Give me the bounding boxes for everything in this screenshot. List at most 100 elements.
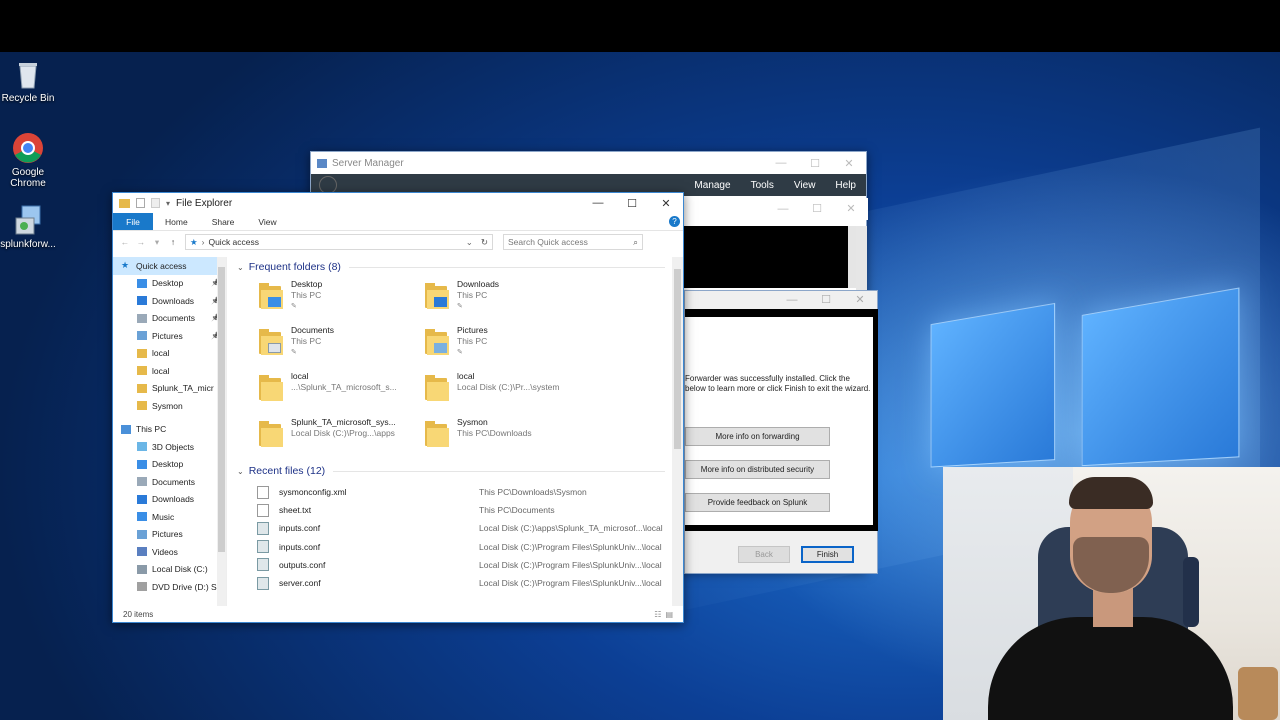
nav-item[interactable]: Local Disk (C:) [113, 561, 226, 579]
nav-item[interactable]: This PC [113, 421, 226, 439]
view-toggle-icons[interactable]: ☷▤ [654, 610, 677, 619]
folder-name: Downloads [457, 279, 500, 289]
recent-file-row[interactable]: inputs.conf Local Disk (C:)\Program Files… [257, 538, 671, 556]
nav-item[interactable]: 3D Objects [113, 438, 226, 456]
nav-item[interactable]: Videos [113, 543, 226, 561]
refresh-icon[interactable]: ↻ [481, 237, 488, 248]
recent-file-row[interactable]: inputs.conf Local Disk (C:)\apps\Splunk_T… [257, 519, 671, 537]
more-info-forwarding-button[interactable]: More info on forwarding [685, 427, 830, 446]
folder-icon [259, 283, 283, 309]
splunk-setup-wizard[interactable]: — ☐ ✕ Forwarder was successfully install… [684, 290, 878, 574]
frequent-folder-item[interactable]: Pictures This PC ✎ [425, 325, 591, 363]
maximize-button[interactable]: ☐ [800, 198, 834, 220]
tab-home[interactable]: Home [153, 213, 200, 230]
console-scrollbar[interactable] [856, 226, 867, 296]
search-input[interactable]: Search Quick access ⌕ [503, 234, 643, 250]
address-text: Quick access [208, 237, 260, 247]
nav-item-label: Desktop [152, 278, 184, 289]
frequent-folders-header[interactable]: ⌄ Frequent folders (8) [231, 257, 671, 277]
chevron-down-icon[interactable]: ⌄ [237, 263, 244, 272]
frequent-folder-item[interactable]: Downloads This PC ✎ [425, 279, 591, 317]
frequent-folder-item[interactable]: Desktop This PC ✎ [259, 279, 425, 317]
forward-arrow-icon[interactable]: → [133, 237, 149, 247]
file-explorer-window[interactable]: ▾ File Explorer — ☐ ✕ File Home Share Vi… [112, 192, 684, 623]
frequent-folder-item[interactable]: Sysmon This PC\Downloads [425, 417, 591, 455]
minimize-button[interactable]: — [766, 198, 800, 220]
splunk-installer-shortcut[interactable]: splunkforw... [0, 204, 56, 250]
more-info-distributed-security-button[interactable]: More info on distributed security [685, 460, 830, 479]
documents-icon [137, 477, 147, 487]
help-icon[interactable]: ? [669, 216, 680, 227]
documents-icon [137, 313, 147, 323]
nav-item[interactable]: Music [113, 508, 226, 526]
maximize-button[interactable]: ☐ [798, 152, 832, 174]
back-arrow-icon[interactable]: ← [117, 237, 133, 247]
maximize-button[interactable]: ☐ [615, 193, 649, 213]
close-button[interactable]: ✕ [834, 198, 868, 220]
close-button[interactable]: ✕ [843, 291, 877, 309]
desktop-icon [137, 459, 147, 469]
address-dropdown-icon[interactable]: ⌄ [466, 237, 473, 248]
finish-button[interactable]: Finish [801, 546, 854, 563]
properties-icon[interactable] [136, 198, 145, 208]
folder-icon [137, 348, 147, 358]
chrome-shortcut[interactable]: Google Chrome [0, 132, 56, 189]
maximize-button[interactable]: ☐ [809, 291, 843, 309]
xml-file-icon [257, 485, 269, 499]
nav-item[interactable]: Sysmon [113, 397, 226, 415]
recycle-bin-shortcut[interactable]: Recycle Bin [0, 58, 56, 104]
nav-item[interactable]: Pictures [113, 526, 226, 544]
recent-files-header[interactable]: ⌄ Recent files (12) [231, 461, 671, 481]
menu-manage[interactable]: Manage [694, 180, 730, 191]
nav-item[interactable]: local [113, 362, 226, 380]
navigation-scrollbar[interactable] [217, 257, 226, 606]
console-window[interactable] [684, 226, 856, 288]
frequent-folder-item[interactable]: local ...\Splunk_TA_microsoft_s... [259, 371, 425, 409]
tab-view[interactable]: View [246, 213, 288, 230]
nav-item[interactable]: Desktop [113, 456, 226, 474]
nav-item[interactable]: local [113, 345, 226, 363]
nav-item[interactable]: DVD Drive (D:) S [113, 578, 226, 596]
nav-item[interactable]: Downloads 📌 [113, 292, 226, 310]
tab-file[interactable]: File [113, 213, 153, 230]
folder-location: Local Disk (C:)\Prog...\apps [291, 428, 395, 438]
recent-locations-icon[interactable]: ▾ [149, 237, 165, 248]
menu-view[interactable]: View [794, 180, 816, 191]
provide-feedback-button[interactable]: Provide feedback on Splunk [685, 493, 830, 512]
content-scrollbar[interactable] [672, 257, 683, 606]
menu-tools[interactable]: Tools [751, 180, 774, 191]
recent-file-row[interactable]: server.conf Local Disk (C:)\Program Files… [257, 574, 671, 592]
recent-file-row[interactable]: outputs.conf Local Disk (C:)\Program File… [257, 556, 671, 574]
tab-share[interactable]: Share [200, 213, 247, 230]
recent-file-row[interactable]: sysmonconfig.xml This PC\Downloads\Sysmon [257, 483, 671, 501]
recent-file-path: Local Disk (C:)\Program Files\SplunkUniv… [479, 559, 662, 570]
nav-item[interactable]: Documents 📌 [113, 310, 226, 328]
nav-item[interactable]: Documents [113, 473, 226, 491]
nav-item[interactable]: Splunk_TA_micr [113, 380, 226, 398]
nav-item-label: DVD Drive (D:) S [152, 581, 217, 592]
recent-file-row[interactable]: sheet.txt This PC\Documents [257, 501, 671, 519]
nav-item[interactable]: Downloads [113, 491, 226, 509]
back-button[interactable]: Back [738, 546, 790, 563]
nav-item[interactable]: ★ Quick access [113, 257, 226, 275]
recent-file-name: server.conf [279, 578, 321, 589]
server-manager-titlebar[interactable]: Server Manager — ☐ ✕ [311, 152, 866, 174]
minimize-button[interactable]: — [775, 291, 809, 309]
minimize-button[interactable]: — [581, 193, 615, 213]
nav-item[interactable]: Desktop 📌 [113, 275, 226, 293]
frequent-folder-item[interactable]: Documents This PC ✎ [259, 325, 425, 363]
frequent-folder-item[interactable]: local Local Disk (C:)\Pr...\system [425, 371, 591, 409]
close-button[interactable]: ✕ [832, 152, 866, 174]
minimize-button[interactable]: — [764, 152, 798, 174]
qat-dropdown-icon[interactable]: ▾ [166, 199, 170, 208]
up-arrow-icon[interactable]: ↑ [165, 237, 181, 247]
address-bar[interactable]: ★ › Quick access ⌄ ↻ [185, 234, 493, 250]
nav-item[interactable]: Pictures 📌 [113, 327, 226, 345]
new-folder-icon[interactable] [151, 198, 160, 208]
menu-help[interactable]: Help [835, 180, 856, 191]
pin-icon: ✎ [457, 303, 463, 310]
file-explorer-titlebar[interactable]: ▾ File Explorer — ☐ ✕ [113, 193, 683, 213]
chevron-down-icon[interactable]: ⌄ [237, 467, 244, 476]
close-button[interactable]: ✕ [649, 193, 683, 213]
frequent-folder-item[interactable]: Splunk_TA_microsoft_sys... Local Disk (C:… [259, 417, 425, 455]
